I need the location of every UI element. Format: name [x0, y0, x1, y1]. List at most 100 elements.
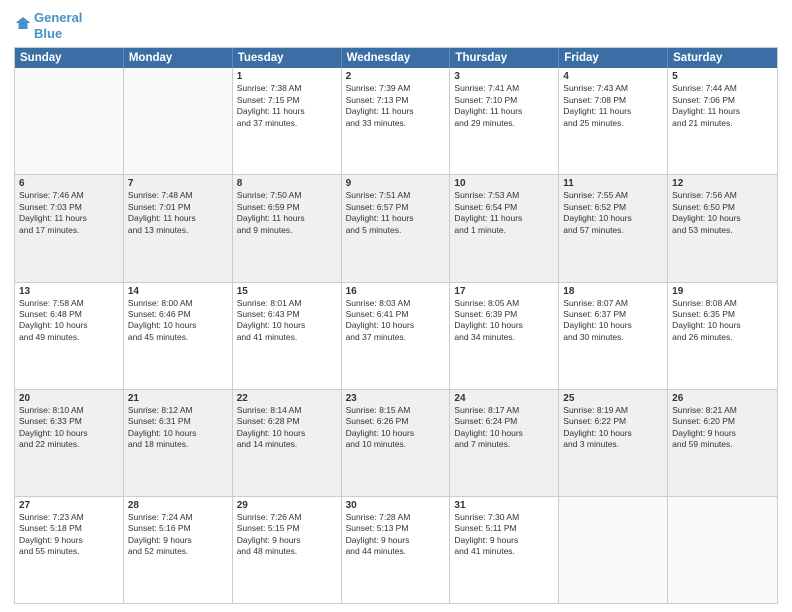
cell-content: Sunrise: 8:01 AM Sunset: 6:43 PM Dayligh…: [237, 298, 337, 344]
calendar-cell: 4Sunrise: 7:43 AM Sunset: 7:08 PM Daylig…: [559, 68, 668, 174]
calendar-cell: 7Sunrise: 7:48 AM Sunset: 7:01 PM Daylig…: [124, 175, 233, 281]
header-day-thursday: Thursday: [450, 48, 559, 68]
header: General Blue: [14, 10, 778, 41]
day-number: 8: [237, 178, 337, 189]
calendar: SundayMondayTuesdayWednesdayThursdayFrid…: [14, 47, 778, 604]
day-number: 5: [672, 71, 773, 82]
cell-content: Sunrise: 7:28 AM Sunset: 5:13 PM Dayligh…: [346, 512, 446, 558]
cell-content: Sunrise: 8:00 AM Sunset: 6:46 PM Dayligh…: [128, 298, 228, 344]
cell-content: Sunrise: 7:55 AM Sunset: 6:52 PM Dayligh…: [563, 190, 663, 236]
cell-content: Sunrise: 8:12 AM Sunset: 6:31 PM Dayligh…: [128, 405, 228, 451]
calendar-cell: [15, 68, 124, 174]
calendar-cell: 8Sunrise: 7:50 AM Sunset: 6:59 PM Daylig…: [233, 175, 342, 281]
cell-content: Sunrise: 7:44 AM Sunset: 7:06 PM Dayligh…: [672, 83, 773, 129]
header-day-monday: Monday: [124, 48, 233, 68]
day-number: 6: [19, 178, 119, 189]
day-number: 4: [563, 71, 663, 82]
calendar-cell: 24Sunrise: 8:17 AM Sunset: 6:24 PM Dayli…: [450, 390, 559, 496]
cell-content: Sunrise: 8:10 AM Sunset: 6:33 PM Dayligh…: [19, 405, 119, 451]
calendar-cell: 18Sunrise: 8:07 AM Sunset: 6:37 PM Dayli…: [559, 283, 668, 389]
cell-content: Sunrise: 8:14 AM Sunset: 6:28 PM Dayligh…: [237, 405, 337, 451]
calendar-cell: 29Sunrise: 7:26 AM Sunset: 5:15 PM Dayli…: [233, 497, 342, 603]
calendar-cell: 21Sunrise: 8:12 AM Sunset: 6:31 PM Dayli…: [124, 390, 233, 496]
day-number: 20: [19, 393, 119, 404]
calendar-cell: 5Sunrise: 7:44 AM Sunset: 7:06 PM Daylig…: [668, 68, 777, 174]
cell-content: Sunrise: 7:26 AM Sunset: 5:15 PM Dayligh…: [237, 512, 337, 558]
calendar-week-2: 6Sunrise: 7:46 AM Sunset: 7:03 PM Daylig…: [15, 175, 777, 282]
calendar-cell: 13Sunrise: 7:58 AM Sunset: 6:48 PM Dayli…: [15, 283, 124, 389]
day-number: 30: [346, 500, 446, 511]
day-number: 14: [128, 286, 228, 297]
day-number: 1: [237, 71, 337, 82]
cell-content: Sunrise: 7:39 AM Sunset: 7:13 PM Dayligh…: [346, 83, 446, 129]
day-number: 21: [128, 393, 228, 404]
day-number: 24: [454, 393, 554, 404]
day-number: 29: [237, 500, 337, 511]
calendar-week-3: 13Sunrise: 7:58 AM Sunset: 6:48 PM Dayli…: [15, 283, 777, 390]
calendar-cell: 17Sunrise: 8:05 AM Sunset: 6:39 PM Dayli…: [450, 283, 559, 389]
cell-content: Sunrise: 7:41 AM Sunset: 7:10 PM Dayligh…: [454, 83, 554, 129]
calendar-cell: 31Sunrise: 7:30 AM Sunset: 5:11 PM Dayli…: [450, 497, 559, 603]
day-number: 11: [563, 178, 663, 189]
calendar-cell: 28Sunrise: 7:24 AM Sunset: 5:16 PM Dayli…: [124, 497, 233, 603]
day-number: 22: [237, 393, 337, 404]
day-number: 23: [346, 393, 446, 404]
day-number: 18: [563, 286, 663, 297]
cell-content: Sunrise: 7:24 AM Sunset: 5:16 PM Dayligh…: [128, 512, 228, 558]
calendar-cell: [668, 497, 777, 603]
cell-content: Sunrise: 7:50 AM Sunset: 6:59 PM Dayligh…: [237, 190, 337, 236]
day-number: 12: [672, 178, 773, 189]
header-day-sunday: Sunday: [15, 48, 124, 68]
calendar-week-4: 20Sunrise: 8:10 AM Sunset: 6:33 PM Dayli…: [15, 390, 777, 497]
calendar-cell: 20Sunrise: 8:10 AM Sunset: 6:33 PM Dayli…: [15, 390, 124, 496]
calendar-cell: 12Sunrise: 7:56 AM Sunset: 6:50 PM Dayli…: [668, 175, 777, 281]
day-number: 2: [346, 71, 446, 82]
cell-content: Sunrise: 7:56 AM Sunset: 6:50 PM Dayligh…: [672, 190, 773, 236]
cell-content: Sunrise: 8:17 AM Sunset: 6:24 PM Dayligh…: [454, 405, 554, 451]
header-day-friday: Friday: [559, 48, 668, 68]
cell-content: Sunrise: 7:58 AM Sunset: 6:48 PM Dayligh…: [19, 298, 119, 344]
calendar-cell: 22Sunrise: 8:14 AM Sunset: 6:28 PM Dayli…: [233, 390, 342, 496]
day-number: 27: [19, 500, 119, 511]
calendar-cell: 14Sunrise: 8:00 AM Sunset: 6:46 PM Dayli…: [124, 283, 233, 389]
calendar-week-1: 1Sunrise: 7:38 AM Sunset: 7:15 PM Daylig…: [15, 68, 777, 175]
cell-content: Sunrise: 8:03 AM Sunset: 6:41 PM Dayligh…: [346, 298, 446, 344]
cell-content: Sunrise: 7:51 AM Sunset: 6:57 PM Dayligh…: [346, 190, 446, 236]
cell-content: Sunrise: 7:30 AM Sunset: 5:11 PM Dayligh…: [454, 512, 554, 558]
cell-content: Sunrise: 8:05 AM Sunset: 6:39 PM Dayligh…: [454, 298, 554, 344]
cell-content: Sunrise: 8:15 AM Sunset: 6:26 PM Dayligh…: [346, 405, 446, 451]
cell-content: Sunrise: 7:46 AM Sunset: 7:03 PM Dayligh…: [19, 190, 119, 236]
calendar-cell: 2Sunrise: 7:39 AM Sunset: 7:13 PM Daylig…: [342, 68, 451, 174]
calendar-cell: 3Sunrise: 7:41 AM Sunset: 7:10 PM Daylig…: [450, 68, 559, 174]
calendar-body: 1Sunrise: 7:38 AM Sunset: 7:15 PM Daylig…: [15, 68, 777, 603]
header-day-saturday: Saturday: [668, 48, 777, 68]
calendar-cell: 27Sunrise: 7:23 AM Sunset: 5:18 PM Dayli…: [15, 497, 124, 603]
calendar-cell: 30Sunrise: 7:28 AM Sunset: 5:13 PM Dayli…: [342, 497, 451, 603]
calendar-cell: 9Sunrise: 7:51 AM Sunset: 6:57 PM Daylig…: [342, 175, 451, 281]
logo: General Blue: [14, 10, 82, 41]
day-number: 15: [237, 286, 337, 297]
day-number: 13: [19, 286, 119, 297]
calendar-cell: 25Sunrise: 8:19 AM Sunset: 6:22 PM Dayli…: [559, 390, 668, 496]
cell-content: Sunrise: 8:07 AM Sunset: 6:37 PM Dayligh…: [563, 298, 663, 344]
calendar-cell: [559, 497, 668, 603]
cell-content: Sunrise: 8:08 AM Sunset: 6:35 PM Dayligh…: [672, 298, 773, 344]
calendar-cell: [124, 68, 233, 174]
logo-icon: [14, 14, 32, 32]
cell-content: Sunrise: 7:38 AM Sunset: 7:15 PM Dayligh…: [237, 83, 337, 129]
calendar-cell: 19Sunrise: 8:08 AM Sunset: 6:35 PM Dayli…: [668, 283, 777, 389]
cell-content: Sunrise: 8:19 AM Sunset: 6:22 PM Dayligh…: [563, 405, 663, 451]
day-number: 10: [454, 178, 554, 189]
day-number: 3: [454, 71, 554, 82]
cell-content: Sunrise: 7:48 AM Sunset: 7:01 PM Dayligh…: [128, 190, 228, 236]
calendar-cell: 23Sunrise: 8:15 AM Sunset: 6:26 PM Dayli…: [342, 390, 451, 496]
day-number: 19: [672, 286, 773, 297]
cell-content: Sunrise: 7:53 AM Sunset: 6:54 PM Dayligh…: [454, 190, 554, 236]
header-day-tuesday: Tuesday: [233, 48, 342, 68]
day-number: 31: [454, 500, 554, 511]
calendar-cell: 10Sunrise: 7:53 AM Sunset: 6:54 PM Dayli…: [450, 175, 559, 281]
calendar-week-5: 27Sunrise: 7:23 AM Sunset: 5:18 PM Dayli…: [15, 497, 777, 603]
logo-text: General Blue: [34, 10, 82, 41]
day-number: 16: [346, 286, 446, 297]
day-number: 26: [672, 393, 773, 404]
